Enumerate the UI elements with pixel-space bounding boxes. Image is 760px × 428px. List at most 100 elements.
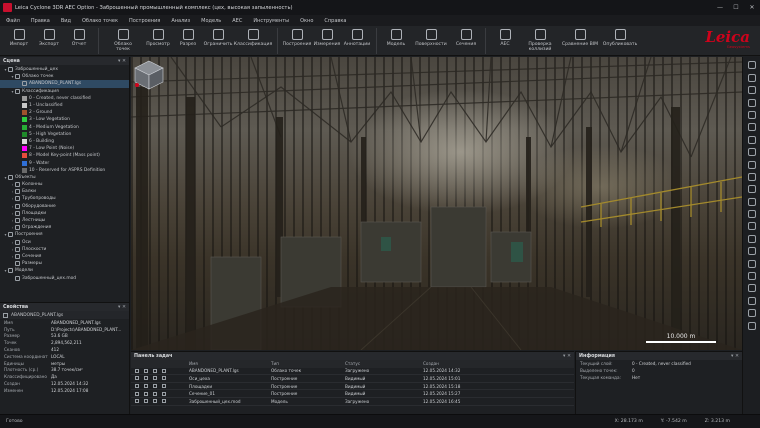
tree-item[interactable]: 5 - High Vegetation [0,131,129,138]
tree-item[interactable]: › Оси [0,239,129,246]
column-header[interactable]: Тип [271,361,345,366]
table-row[interactable]: ABANDONED_PLANT.lgs Облако точек Загружено… [131,368,574,376]
menu-view[interactable]: Вид [61,18,71,24]
display-filter-icon[interactable] [747,247,756,256]
row-action-icon[interactable] [144,391,148,396]
ribbon-button[interactable]: Проверка коллизий [520,26,560,56]
close-button[interactable]: ✕ [744,0,760,15]
tree-item[interactable]: 8 - Model Key-point (Mass point) [0,152,129,159]
row-action-icon[interactable] [162,384,166,389]
ribbon-button[interactable]: Экспорт [34,26,64,56]
ribbon-button[interactable]: Аннотации [342,26,372,56]
maximize-button[interactable]: ☐ [728,0,744,15]
row-action-icon[interactable] [135,399,139,404]
tree-item[interactable]: 2 - Ground [0,109,129,116]
ribbon-button[interactable]: Сечения [451,26,481,56]
row-action-icon[interactable] [135,368,139,373]
zoom-window-icon[interactable] [747,86,756,95]
row-action-icon[interactable] [144,384,148,389]
table-row[interactable]: Оси_цеха Построение Видимый 12.05.2024 15:0… [131,375,574,383]
ribbon-button[interactable]: Ограничить [203,26,233,56]
row-action-icon[interactable] [135,376,139,381]
home-view-icon[interactable] [747,61,756,70]
point-size-icon[interactable] [747,234,756,243]
ribbon-button[interactable]: Просмотр [143,26,173,56]
tree-item[interactable]: 0 - Created, never classified [0,95,129,102]
menu-constructions[interactable]: Построения [129,18,160,24]
pan-icon[interactable] [747,98,756,107]
row-action-icon[interactable] [144,399,148,404]
column-header[interactable]: Статус [345,361,423,366]
ribbon-button[interactable]: Отчет [64,26,94,56]
ribbon-button[interactable]: Классификация [233,26,273,56]
perspective-icon[interactable] [747,172,756,181]
tree-item[interactable]: 10 - Reserved for ASPRS Definition [0,167,129,174]
tree-item[interactable]: 4 - Medium Vegetation [0,124,129,131]
ribbon-button[interactable]: Измерения [312,26,342,56]
menu-aec[interactable]: AEC [232,18,242,24]
row-action-icon[interactable] [162,399,166,404]
panel-pin-close-icon[interactable]: ▾ ✕ [118,305,126,310]
ribbon-button[interactable]: AEC [490,26,520,56]
clipping-box-icon[interactable] [747,185,756,194]
tree-item[interactable]: ABANDONED_PLANT.lgs [0,80,129,88]
section-plane-icon[interactable] [747,197,756,206]
tree-item[interactable]: › Сечения [0,253,129,260]
lighting-icon[interactable] [747,210,756,219]
row-action-icon[interactable] [153,399,157,404]
tree-item[interactable]: › Площадки [0,210,129,217]
settings-icon[interactable] [747,296,756,305]
table-row[interactable]: Площадки Построение Видимый 12.05.2024 15:1… [131,383,574,391]
row-action-icon[interactable] [144,368,148,373]
column-header[interactable]: Имя [189,361,271,366]
tree-item[interactable]: › Оборудование [0,203,129,210]
help-icon[interactable] [747,321,756,330]
ribbon-button[interactable]: Построения [282,26,312,56]
tree-item[interactable]: › Плоскости [0,246,129,253]
tree-item[interactable]: ▾ Облако точек [0,73,129,80]
row-action-icon[interactable] [135,391,139,396]
tree-item[interactable]: 3 - Low Vegetation [0,116,129,123]
tree-item[interactable]: › Колонны [0,181,129,188]
menu-window[interactable]: Окно [300,18,313,24]
3d-viewport[interactable]: 10.000 m [131,57,742,350]
iso-view-icon[interactable] [747,160,756,169]
row-action-icon[interactable] [153,376,157,381]
ribbon-button[interactable]: Разрез [173,26,203,56]
tree-item[interactable]: ▾ Заброшенный_цех [0,66,129,73]
ribbon-button[interactable]: Сравнение BIM [560,26,600,56]
tree-item[interactable]: 6 - Building [0,138,129,145]
ribbon-button[interactable]: Опубликовать [600,26,640,56]
menu-file[interactable]: Файл [6,18,20,24]
row-action-icon[interactable] [162,391,166,396]
minimize-button[interactable]: — [712,0,728,15]
tree-item[interactable]: Размеры [0,260,129,267]
row-action-icon[interactable] [153,391,157,396]
orbit-icon[interactable] [747,110,756,119]
row-action-icon[interactable] [162,368,166,373]
menu-help[interactable]: Справка [324,18,346,24]
color-mode-icon[interactable] [747,222,756,231]
tree-item[interactable]: 9 - Water [0,159,129,166]
row-action-icon[interactable] [153,368,157,373]
screenshot-icon[interactable] [747,259,756,268]
tree-item[interactable]: › Ограждения [0,224,129,231]
tree-item[interactable]: ▾ Построения [0,231,129,238]
tree-item[interactable]: Заброшенный_цех.mod [0,274,129,281]
measure-icon[interactable] [747,284,756,293]
menu-point-cloud[interactable]: Облако точек [82,18,118,24]
ribbon-button[interactable]: Поверхности [411,26,451,56]
menu-model[interactable]: Модель [201,18,221,24]
fullscreen-icon[interactable] [747,309,756,318]
tree-item[interactable]: › Лестницы [0,217,129,224]
ribbon-button[interactable]: Модель [381,26,411,56]
row-action-icon[interactable] [144,376,148,381]
tree-item[interactable]: ▾ Объекты [0,174,129,181]
top-view-icon[interactable] [747,123,756,132]
ribbon-button[interactable]: Облако точек [103,26,143,56]
tree-item[interactable]: 1 - Unclassified [0,102,129,109]
tree-item[interactable]: › Трубопроводы [0,195,129,202]
table-row[interactable]: Заброшенный_цех.mod Модель Загружено 12.05.… [131,398,574,406]
zoom-extents-icon[interactable] [747,73,756,82]
menu-tools[interactable]: Инструменты [253,18,289,24]
